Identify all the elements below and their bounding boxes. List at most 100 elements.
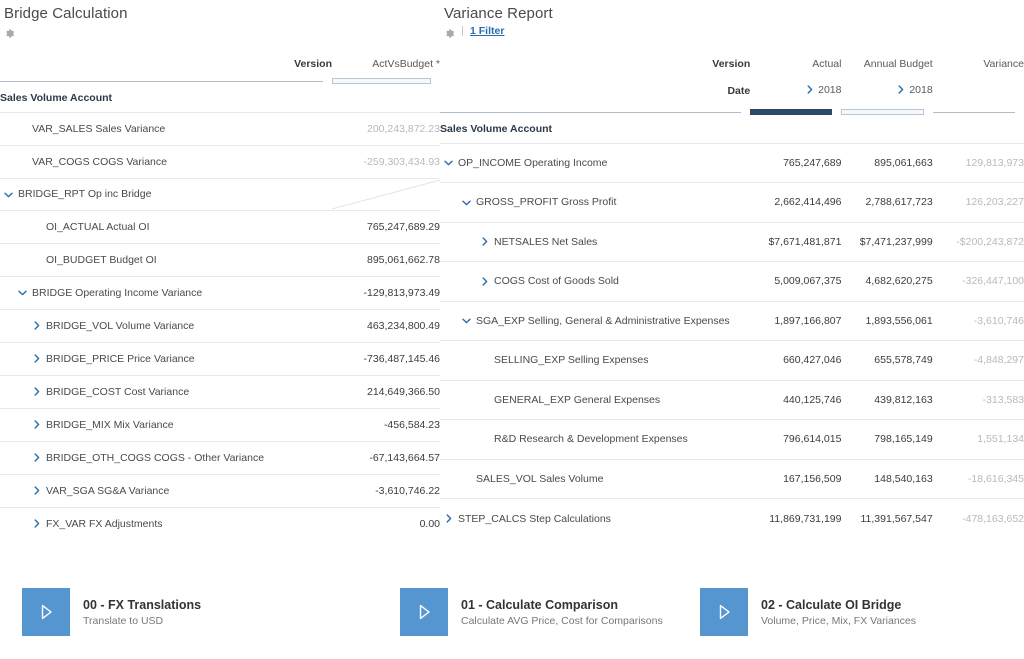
subbar-divider — [462, 26, 463, 36]
table-row[interactable]: BRIDGE_PRICE Price Variance -736,487,145.… — [0, 341, 440, 375]
chevron-right-icon[interactable] — [805, 85, 814, 94]
action-tile[interactable]: 00 - FX Translations Translate to USD — [22, 588, 201, 636]
header-col-date-1[interactable]: 2018 — [841, 75, 933, 106]
row-label-text: VAR_COGS COGS Variance — [32, 155, 167, 168]
dimension-header-row: Sales Volume Account — [440, 115, 1024, 143]
row-value-0: 660,427,046 — [750, 340, 842, 380]
chevron-right-icon[interactable] — [444, 514, 453, 523]
bridge-calculation-subbar — [0, 24, 440, 38]
row-value-1: 2,788,617,723 — [841, 182, 933, 222]
play-icon[interactable] — [400, 588, 448, 636]
row-value-1: 11,391,567,547 — [841, 498, 933, 538]
row-value-0: 1,897,166,807 — [750, 300, 842, 341]
table-row[interactable]: BRIDGE_MIX Mix Variance -456,584.23 — [0, 407, 440, 441]
variance-report-rows: OP_INCOME Operating Income 765,247,689 895… — [440, 142, 1024, 538]
row-label: BRIDGE_MIX Mix Variance — [0, 419, 332, 431]
chevron-right-icon[interactable] — [32, 486, 41, 495]
header-date-value: 2018 — [909, 83, 933, 96]
gear-icon[interactable] — [444, 26, 455, 38]
row-value: -259,303,434.93 — [332, 144, 440, 178]
table-row[interactable]: NETSALES Net Sales $7,671,481,871 $7,471,2… — [440, 221, 1024, 262]
table-row[interactable]: COGS Cost of Goods Sold 5,009,067,375 4,68… — [440, 261, 1024, 301]
header-col-date-2[interactable] — [933, 75, 1024, 106]
table-row[interactable]: STEP_CALCS Step Calculations 11,869,731,1… — [440, 498, 1024, 538]
row-value: -456,584.23 — [332, 407, 440, 441]
play-icon[interactable] — [22, 588, 70, 636]
header-date-value: 2018 — [818, 83, 842, 96]
row-value-0: 440,125,746 — [750, 379, 842, 420]
table-row[interactable]: BRIDGE_RPT Op inc Bridge — [0, 177, 440, 210]
table-row[interactable]: OP_INCOME Operating Income 765,247,689 895… — [440, 142, 1024, 183]
axis-bar-rowaxis — [0, 75, 332, 84]
chevron-right-icon[interactable] — [32, 420, 41, 429]
action-tile[interactable]: 02 - Calculate OI Bridge Volume, Price, M… — [700, 588, 916, 636]
table-row[interactable]: BRIDGE_VOL Volume Variance 463,234,800.49 — [0, 308, 440, 342]
tile-subtitle: Calculate AVG Price, Cost for Comparison… — [461, 614, 663, 627]
row-label-text: BRIDGE_COST Cost Variance — [46, 385, 190, 398]
chevron-right-icon[interactable] — [480, 237, 489, 246]
chevron-down-icon[interactable] — [462, 316, 471, 325]
dimension-header-label: Sales Volume Account — [0, 91, 113, 104]
row-label-text: BRIDGE_MIX Mix Variance — [46, 418, 174, 431]
chevron-right-icon[interactable] — [32, 519, 41, 528]
row-value-2: -3,610,746 — [932, 300, 1024, 341]
axis-bar-variance — [932, 106, 1024, 115]
table-row[interactable]: BRIDGE Operating Income Variance -129,813… — [0, 275, 440, 309]
table-header-version-row: Version Actual Annual Budget Variance — [440, 53, 1024, 75]
header-version-value[interactable]: ActVsBudget * — [332, 53, 440, 75]
tile-title: 00 - FX Translations — [83, 597, 202, 612]
header-col-version-0[interactable]: Actual — [750, 53, 841, 75]
row-label: VAR_SGA SG&A Variance — [0, 485, 332, 497]
row-label: GENERAL_EXP General Expenses — [440, 394, 750, 406]
table-row[interactable]: BRIDGE_OTH_COGS COGS - Other Variance -67… — [0, 440, 440, 474]
tile-title: 01 - Calculate Comparison — [461, 597, 618, 612]
row-label: BRIDGE_PRICE Price Variance — [0, 353, 332, 365]
chevron-right-icon[interactable] — [32, 387, 41, 396]
table-row[interactable]: R&D Research & Development Expenses 796,6… — [440, 419, 1024, 459]
row-value-1: 798,165,149 — [841, 419, 933, 459]
table-row[interactable]: SELLING_EXP Selling Expenses 660,427,046 6… — [440, 340, 1024, 380]
chevron-right-icon[interactable] — [32, 321, 41, 330]
play-icon[interactable] — [700, 588, 748, 636]
chevron-right-icon[interactable] — [32, 453, 41, 462]
row-label: R&D Research & Development Expenses — [440, 433, 750, 445]
table-row[interactable]: VAR_COGS COGS Variance -259,303,434.93 — [0, 144, 440, 178]
filter-link[interactable]: 1 Filter — [470, 25, 504, 37]
table-row[interactable]: FX_VAR FX Adjustments 0.00 — [0, 506, 440, 540]
chevron-right-icon[interactable] — [32, 354, 41, 363]
table-row[interactable]: SGA_EXP Selling, General & Administrativ… — [440, 300, 1024, 341]
table-row[interactable]: GROSS_PROFIT Gross Profit 2,662,414,496 2,… — [440, 182, 1024, 222]
row-value: 765,247,689.29 — [332, 209, 440, 243]
header-col-version-1[interactable]: Annual Budget — [841, 53, 933, 75]
table-row[interactable]: GENERAL_EXP General Expenses 440,125,746 4… — [440, 379, 1024, 420]
action-tile[interactable]: 01 - Calculate Comparison Calculate AVG P… — [400, 588, 663, 636]
chevron-down-icon[interactable] — [18, 288, 27, 297]
chevron-down-icon[interactable] — [4, 190, 13, 199]
chevron-down-icon[interactable] — [462, 198, 471, 207]
table-row[interactable]: SALES_VOL Sales Volume 167,156,509 148,540… — [440, 458, 1024, 499]
row-value: -3,610,746.22 — [332, 473, 440, 507]
table-row[interactable]: BRIDGE_COST Cost Variance 214,649,366.50 — [0, 374, 440, 408]
row-value-1: $7,471,237,999 — [841, 221, 933, 262]
variance-report-table: Version Actual Annual Budget Variance Da… — [440, 53, 1024, 538]
header-col-version-2[interactable]: Variance — [933, 53, 1024, 75]
tile-subtitle: Volume, Price, Mix, FX Variances — [761, 614, 917, 627]
header-col-date-0[interactable]: 2018 — [750, 75, 841, 106]
table-header-date-row: Date 2018 2018 — [440, 75, 1024, 106]
chevron-right-icon[interactable] — [896, 85, 905, 94]
table-row[interactable]: OI_ACTUAL Actual OI 765,247,689.29 — [0, 209, 440, 243]
row-label-text: GENERAL_EXP General Expenses — [494, 393, 661, 406]
chevron-right-icon[interactable] — [480, 277, 489, 286]
table-row[interactable]: VAR_SGA SG&A Variance -3,610,746.22 — [0, 473, 440, 507]
row-label-text: OI_ACTUAL Actual OI — [46, 220, 150, 233]
table-row[interactable]: OI_BUDGET Budget OI 895,061,662.78 — [0, 242, 440, 276]
table-row[interactable]: VAR_SALES Sales Variance 200,243,872.23 — [0, 111, 440, 145]
row-label: COGS Cost of Goods Sold — [440, 275, 750, 287]
row-label-text: VAR_SGA SG&A Variance — [46, 484, 170, 497]
gear-icon[interactable] — [4, 26, 15, 38]
chevron-down-icon[interactable] — [444, 158, 453, 167]
